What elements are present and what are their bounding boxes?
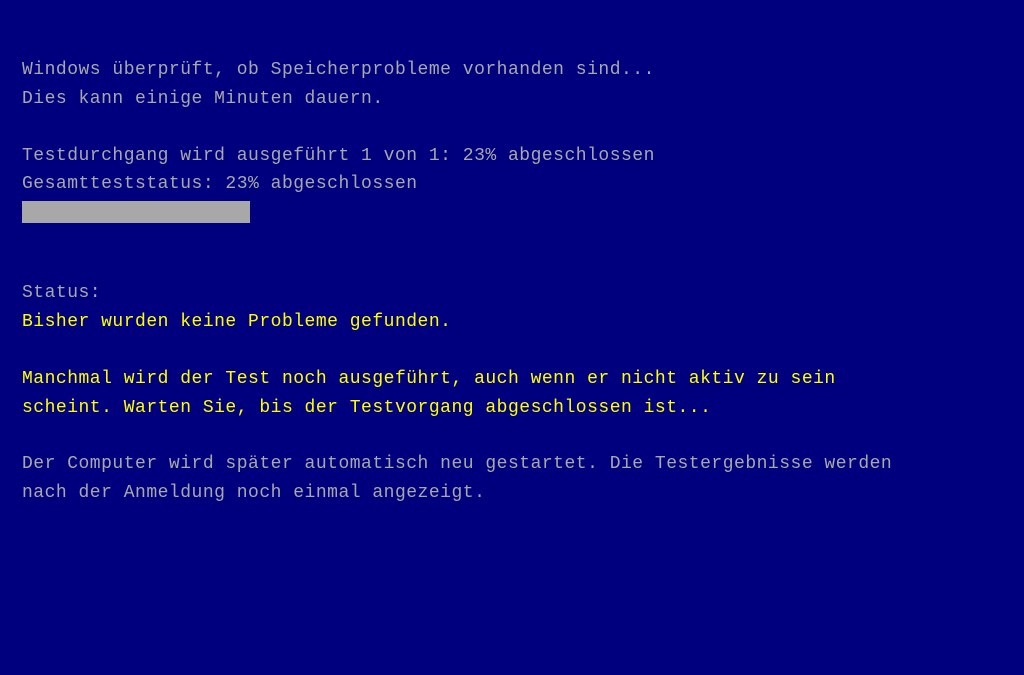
spacer bbox=[22, 223, 1002, 279]
spacer bbox=[22, 114, 1002, 142]
spacer bbox=[22, 422, 1002, 450]
status-wait-line-1: Manchmal wird der Test noch ausgeführt, … bbox=[22, 365, 1002, 394]
footer-line-1: Der Computer wird später automatisch neu… bbox=[22, 450, 1002, 479]
status-wait-line-2: scheint. Warten Sie, bis der Testvorgang… bbox=[22, 394, 1002, 423]
status-label: Status: bbox=[22, 279, 1002, 308]
header-line-1: Windows überprüft, ob Speicherprobleme v… bbox=[22, 56, 1002, 85]
test-total-status: Gesamtteststatus: 23% abgeschlossen bbox=[22, 170, 1002, 199]
footer-line-2: nach der Anmeldung noch einmal angezeigt… bbox=[22, 479, 1002, 508]
progress-bar bbox=[22, 201, 250, 223]
spacer bbox=[22, 337, 1002, 365]
header-line-2: Dies kann einige Minuten dauern. bbox=[22, 85, 1002, 114]
test-run-status: Testdurchgang wird ausgeführt 1 von 1: 2… bbox=[22, 142, 1002, 171]
status-no-problems: Bisher wurden keine Probleme gefunden. bbox=[22, 308, 1002, 337]
